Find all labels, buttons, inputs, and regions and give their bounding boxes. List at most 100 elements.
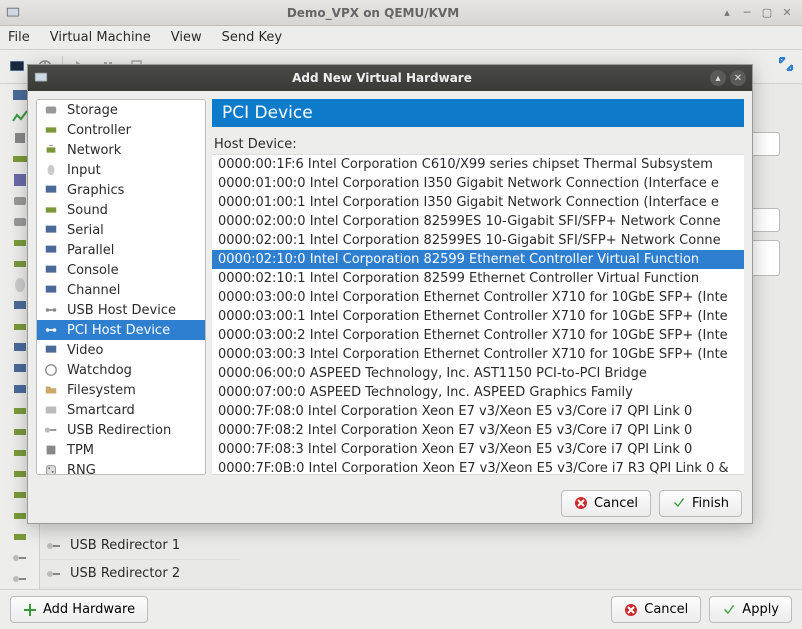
usb-icon xyxy=(46,566,62,582)
host-device-row[interactable]: 0000:07:00:0 ASPEED Technology, Inc. ASP… xyxy=(212,383,744,402)
dialog-cancel-label: Cancel xyxy=(594,496,638,511)
controller7-icon[interactable] xyxy=(8,527,32,547)
dialog-cancel-button[interactable]: Cancel xyxy=(561,490,651,517)
host-device-row[interactable]: 0000:03:00:1 Intel Corporation Ethernet … xyxy=(212,307,744,326)
host-device-row[interactable]: 0000:7F:0B:0 Intel Corporation Xeon E7 v… xyxy=(212,459,744,475)
hw-type-usb-host-device[interactable]: USB Host Device xyxy=(37,300,205,320)
usb-redir-icon[interactable] xyxy=(8,548,32,568)
hw-type-label: RNG xyxy=(67,463,96,476)
hw-type-label: USB Host Device xyxy=(67,303,176,318)
sound-icon xyxy=(43,202,59,218)
sidebar-item-usb-redirector-1[interactable]: USB Redirector 1 xyxy=(40,532,240,560)
window-up-icon[interactable]: ▴ xyxy=(720,6,734,20)
dialog-close-icon[interactable]: ✕ xyxy=(730,70,746,86)
hw-type-label: Storage xyxy=(67,103,118,118)
hw-type-label: Graphics xyxy=(67,183,124,198)
network-icon xyxy=(43,142,59,158)
fullscreen-icon[interactable] xyxy=(778,56,794,72)
hw-type-label: Smartcard xyxy=(67,403,135,418)
host-device-row[interactable]: 0000:03:00:2 Intel Corporation Ethernet … xyxy=(212,326,744,345)
add-hardware-dialog: Add New Virtual Hardware ▴ ✕ Storage Cont… xyxy=(27,64,753,524)
host-device-row[interactable]: 0000:02:10:0 Intel Corporation 82599 Eth… xyxy=(212,250,744,269)
menu-view[interactable]: View xyxy=(171,30,202,45)
usb-redirector-2-label: USB Redirector 2 xyxy=(70,566,180,581)
host-device-row[interactable]: 0000:01:00:1 Intel Corporation I350 Giga… xyxy=(212,193,744,212)
hw-type-graphics[interactable]: Graphics xyxy=(37,180,205,200)
hw-type-serial[interactable]: Serial xyxy=(37,220,205,240)
hw-type-pci-host-device[interactable]: PCI Host Device xyxy=(37,320,205,340)
host-device-row[interactable]: 0000:01:00:0 Intel Corporation I350 Giga… xyxy=(212,174,744,193)
usb-host-device-icon xyxy=(43,302,59,318)
hw-type-label: Network xyxy=(67,143,121,158)
host-device-row[interactable]: 0000:02:00:1 Intel Corporation 82599ES 1… xyxy=(212,231,744,250)
hw-type-storage[interactable]: Storage xyxy=(37,100,205,120)
add-hardware-label: Add Hardware xyxy=(43,602,135,617)
hw-type-smartcard[interactable]: Smartcard xyxy=(37,400,205,420)
footer-apply-button[interactable]: Apply xyxy=(709,596,792,623)
menu-virtual-machine[interactable]: Virtual Machine xyxy=(50,30,151,45)
smartcard-icon xyxy=(43,402,59,418)
host-device-row[interactable]: 0000:00:1F:6 Intel Corporation C610/X99 … xyxy=(212,155,744,174)
sidebar-item-usb-redirector-2[interactable]: USB Redirector 2 xyxy=(40,560,240,588)
host-device-list[interactable]: 0000:00:1F:6 Intel Corporation C610/X99 … xyxy=(212,154,744,475)
toolbar-console-icon[interactable] xyxy=(6,56,28,78)
hardware-type-list[interactable]: Storage Controller Network Input Graphics Sou… xyxy=(36,99,206,475)
channel-icon xyxy=(43,282,59,298)
usb-redirection-icon xyxy=(43,422,59,438)
menu-file[interactable]: File xyxy=(8,30,30,45)
dialog-title: Add New Virtual Hardware xyxy=(54,71,710,85)
hw-type-input[interactable]: Input xyxy=(37,160,205,180)
rng-icon xyxy=(43,462,59,475)
hw-type-sound[interactable]: Sound xyxy=(37,200,205,220)
dialog-titlebar: Add New Virtual Hardware ▴ ✕ xyxy=(28,65,752,91)
dialog-up-icon[interactable]: ▴ xyxy=(710,70,726,86)
window-titlebar: Demo_VPX on QEMU/KVM ▴ ─ ▢ ✕ xyxy=(0,0,802,26)
video-icon xyxy=(43,342,59,358)
dialog-app-icon xyxy=(28,71,54,85)
host-device-row[interactable]: 0000:7F:08:3 Intel Corporation Xeon E7 v… xyxy=(212,440,744,459)
hw-type-label: Video xyxy=(67,343,103,358)
hw-type-video[interactable]: Video xyxy=(37,340,205,360)
footer-cancel-button[interactable]: Cancel xyxy=(611,596,701,623)
window-minimize-icon[interactable]: ─ xyxy=(740,6,754,20)
hw-type-watchdog[interactable]: Watchdog xyxy=(37,360,205,380)
storage-icon xyxy=(43,102,59,118)
parallel-icon xyxy=(43,242,59,258)
hw-type-console[interactable]: Console xyxy=(37,260,205,280)
hw-type-label: Watchdog xyxy=(67,363,132,378)
hw-type-parallel[interactable]: Parallel xyxy=(37,240,205,260)
filesystem-icon xyxy=(43,382,59,398)
menu-send-key[interactable]: Send Key xyxy=(222,30,282,45)
usb-redirector-1-label: USB Redirector 1 xyxy=(70,538,180,553)
plus-icon xyxy=(23,603,37,617)
host-device-row[interactable]: 0000:03:00:0 Intel Corporation Ethernet … xyxy=(212,288,744,307)
add-hardware-button[interactable]: Add Hardware xyxy=(10,596,148,623)
host-device-row[interactable]: 0000:06:00:0 ASPEED Technology, Inc. AST… xyxy=(212,364,744,383)
tpm-icon xyxy=(43,442,59,458)
window-title: Demo_VPX on QEMU/KVM xyxy=(26,6,720,20)
hw-type-usb-redirection[interactable]: USB Redirection xyxy=(37,420,205,440)
window-close-icon[interactable]: ✕ xyxy=(780,6,794,20)
finish-icon xyxy=(672,496,686,510)
hw-type-label: Parallel xyxy=(67,243,114,258)
host-device-row[interactable]: 0000:02:10:1 Intel Corporation 82599 Eth… xyxy=(212,269,744,288)
host-device-row[interactable]: 0000:7F:08:0 Intel Corporation Xeon E7 v… xyxy=(212,402,744,421)
hw-type-filesystem[interactable]: Filesystem xyxy=(37,380,205,400)
dialog-finish-button[interactable]: Finish xyxy=(659,490,742,517)
host-device-row[interactable]: 0000:7F:08:2 Intel Corporation Xeon E7 v… xyxy=(212,421,744,440)
host-device-row[interactable]: 0000:03:00:3 Intel Corporation Ethernet … xyxy=(212,345,744,364)
host-device-row[interactable]: 0000:02:00:0 Intel Corporation 82599ES 1… xyxy=(212,212,744,231)
usb-redir2-icon[interactable] xyxy=(8,569,32,589)
window-maximize-icon[interactable]: ▢ xyxy=(760,6,774,20)
hw-type-controller[interactable]: Controller xyxy=(37,120,205,140)
footer: Add Hardware Cancel Apply xyxy=(0,589,802,629)
console-icon xyxy=(43,262,59,278)
usb-icon xyxy=(46,538,62,554)
hw-type-network[interactable]: Network xyxy=(37,140,205,160)
dialog-finish-label: Finish xyxy=(692,496,729,511)
hw-type-channel[interactable]: Channel xyxy=(37,280,205,300)
hw-type-rng[interactable]: RNG xyxy=(37,460,205,475)
input-icon xyxy=(43,162,59,178)
hw-type-label: Console xyxy=(67,263,119,278)
hw-type-tpm[interactable]: TPM xyxy=(37,440,205,460)
